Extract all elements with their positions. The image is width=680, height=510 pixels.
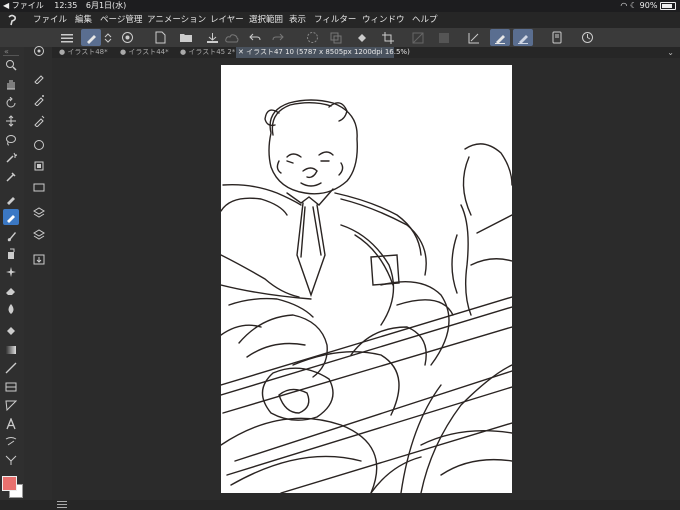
hand-icon[interactable] — [3, 76, 19, 92]
status-left: ◀ ファイル 12:35 6月1日(水) — [3, 0, 126, 12]
move-icon[interactable] — [3, 113, 19, 129]
eyedropper-icon[interactable] — [3, 169, 19, 185]
airbrush-icon[interactable] — [3, 246, 19, 262]
moon-icon: ☾ — [629, 1, 638, 10]
panel-divider — [3, 55, 19, 56]
menu-view[interactable]: 表示 — [289, 12, 306, 28]
gradient-icon[interactable] — [3, 342, 19, 358]
new-file-icon[interactable] — [150, 29, 170, 46]
redo-icon[interactable] — [268, 29, 288, 46]
eraser-icon[interactable] — [3, 283, 19, 299]
sub-pen-a-icon[interactable] — [30, 69, 48, 87]
lasso-icon[interactable] — [3, 132, 19, 148]
magic-wand-icon[interactable] — [3, 150, 19, 166]
balloon-icon[interactable] — [3, 434, 19, 450]
tab-illust44[interactable]: ● イラスト44* — [118, 47, 178, 58]
menu-layer[interactable]: レイヤー — [210, 12, 244, 28]
wifi-icon: ◠ — [620, 1, 628, 10]
sub-export-icon[interactable] — [30, 250, 48, 268]
clock: 12:35 — [54, 1, 78, 10]
copy-icon[interactable] — [326, 29, 346, 46]
sub-zoom-icon[interactable] — [30, 42, 48, 60]
bottom-bar — [0, 500, 680, 510]
document-tabs: ● イラスト48* ● イラスト44* ● イラスト45 2* ✕ イラスト47… — [52, 47, 680, 58]
sub-layer-a-icon[interactable] — [30, 136, 48, 154]
menu-window[interactable]: ウィンドウ — [362, 12, 405, 28]
menu-bar: ファイル 編集 ページ管理 アニメーション レイヤー 選択範囲 表示 フィルター… — [0, 12, 680, 28]
fill-icon[interactable] — [3, 323, 19, 339]
ruler-icon[interactable] — [464, 29, 484, 46]
menu-help[interactable]: ヘルプ — [412, 12, 438, 28]
battery-icon — [660, 1, 676, 10]
sub-layers-b-icon[interactable] — [30, 225, 48, 243]
crop-icon[interactable] — [378, 29, 398, 46]
command-bar — [0, 28, 680, 48]
frame-icon[interactable] — [3, 379, 19, 395]
menu-selection[interactable]: 選択範囲 — [249, 12, 283, 28]
correct-line-icon[interactable] — [3, 452, 19, 468]
pen-settings-icon[interactable] — [513, 29, 533, 46]
menu-filter[interactable]: フィルター — [314, 12, 356, 28]
tab-illust48[interactable]: ● イラスト48* — [57, 47, 118, 58]
busy-icon — [302, 29, 322, 46]
tab-illust47[interactable]: ✕ イラスト47 10 (5787 x 8505px 1200dpi 16.5%… — [236, 47, 410, 58]
blend-icon[interactable] — [3, 301, 19, 317]
line-icon[interactable] — [3, 360, 19, 376]
decorate-icon[interactable] — [3, 264, 19, 280]
sub-layer-c-icon[interactable] — [30, 178, 48, 196]
pen-icon[interactable] — [3, 191, 19, 207]
menu-file[interactable]: ファイル — [33, 12, 67, 28]
brush-mode-icon[interactable] — [81, 29, 101, 46]
tablet-icon[interactable] — [547, 29, 567, 46]
pencil-icon[interactable] — [3, 209, 19, 225]
sub-layer-b-icon[interactable] — [30, 157, 48, 175]
pen-active-icon[interactable] — [490, 29, 510, 46]
updown-icon[interactable] — [102, 29, 114, 46]
sub-pen-c-icon[interactable] — [30, 112, 48, 130]
open-icon[interactable] — [176, 29, 196, 46]
canvas-paper[interactable] — [221, 65, 512, 493]
back-to-files-link[interactable]: ◀ ファイル — [3, 1, 44, 10]
cloud-icon[interactable] — [222, 29, 242, 46]
undo-icon[interactable] — [245, 29, 265, 46]
menu-edit[interactable]: 編集 — [75, 12, 92, 28]
tab-overflow-icon[interactable]: ⌄ — [667, 47, 674, 58]
menu-animation[interactable]: アニメーション — [147, 12, 206, 28]
brush-icon[interactable] — [3, 228, 19, 244]
sub-layers-a-icon[interactable] — [30, 204, 48, 222]
status-bar: ◀ ファイル 12:35 6月1日(水) ◠ ☾ 90% — [0, 0, 680, 12]
tab-illust45[interactable]: ● イラスト45 2* — [178, 47, 236, 58]
bottom-menu-icon[interactable] — [57, 501, 67, 509]
sub-pen-b-icon[interactable] — [30, 91, 48, 109]
settings-icon[interactable] — [117, 29, 137, 46]
menu-icon[interactable] — [57, 29, 77, 46]
transform-icon[interactable] — [434, 29, 454, 46]
save-icon[interactable] — [202, 29, 222, 46]
fill-icon[interactable] — [352, 29, 372, 46]
status-right: ◠ ☾ 90% — [620, 0, 676, 12]
clear-icon[interactable] — [408, 29, 428, 46]
color-swatch[interactable] — [2, 474, 24, 500]
date: 6月1日(水) — [85, 1, 127, 10]
history-icon[interactable] — [577, 29, 597, 46]
rotate-icon[interactable] — [3, 95, 19, 111]
battery-percent: 90% — [639, 1, 658, 10]
sketch-drawing — [221, 99, 512, 493]
text-icon[interactable] — [3, 416, 19, 432]
ruler-icon[interactable] — [3, 397, 19, 413]
zoom-icon[interactable] — [3, 57, 19, 73]
menu-page[interactable]: ページ管理 — [100, 12, 142, 28]
main-color[interactable] — [2, 476, 17, 491]
app-logo-icon[interactable] — [6, 14, 18, 26]
